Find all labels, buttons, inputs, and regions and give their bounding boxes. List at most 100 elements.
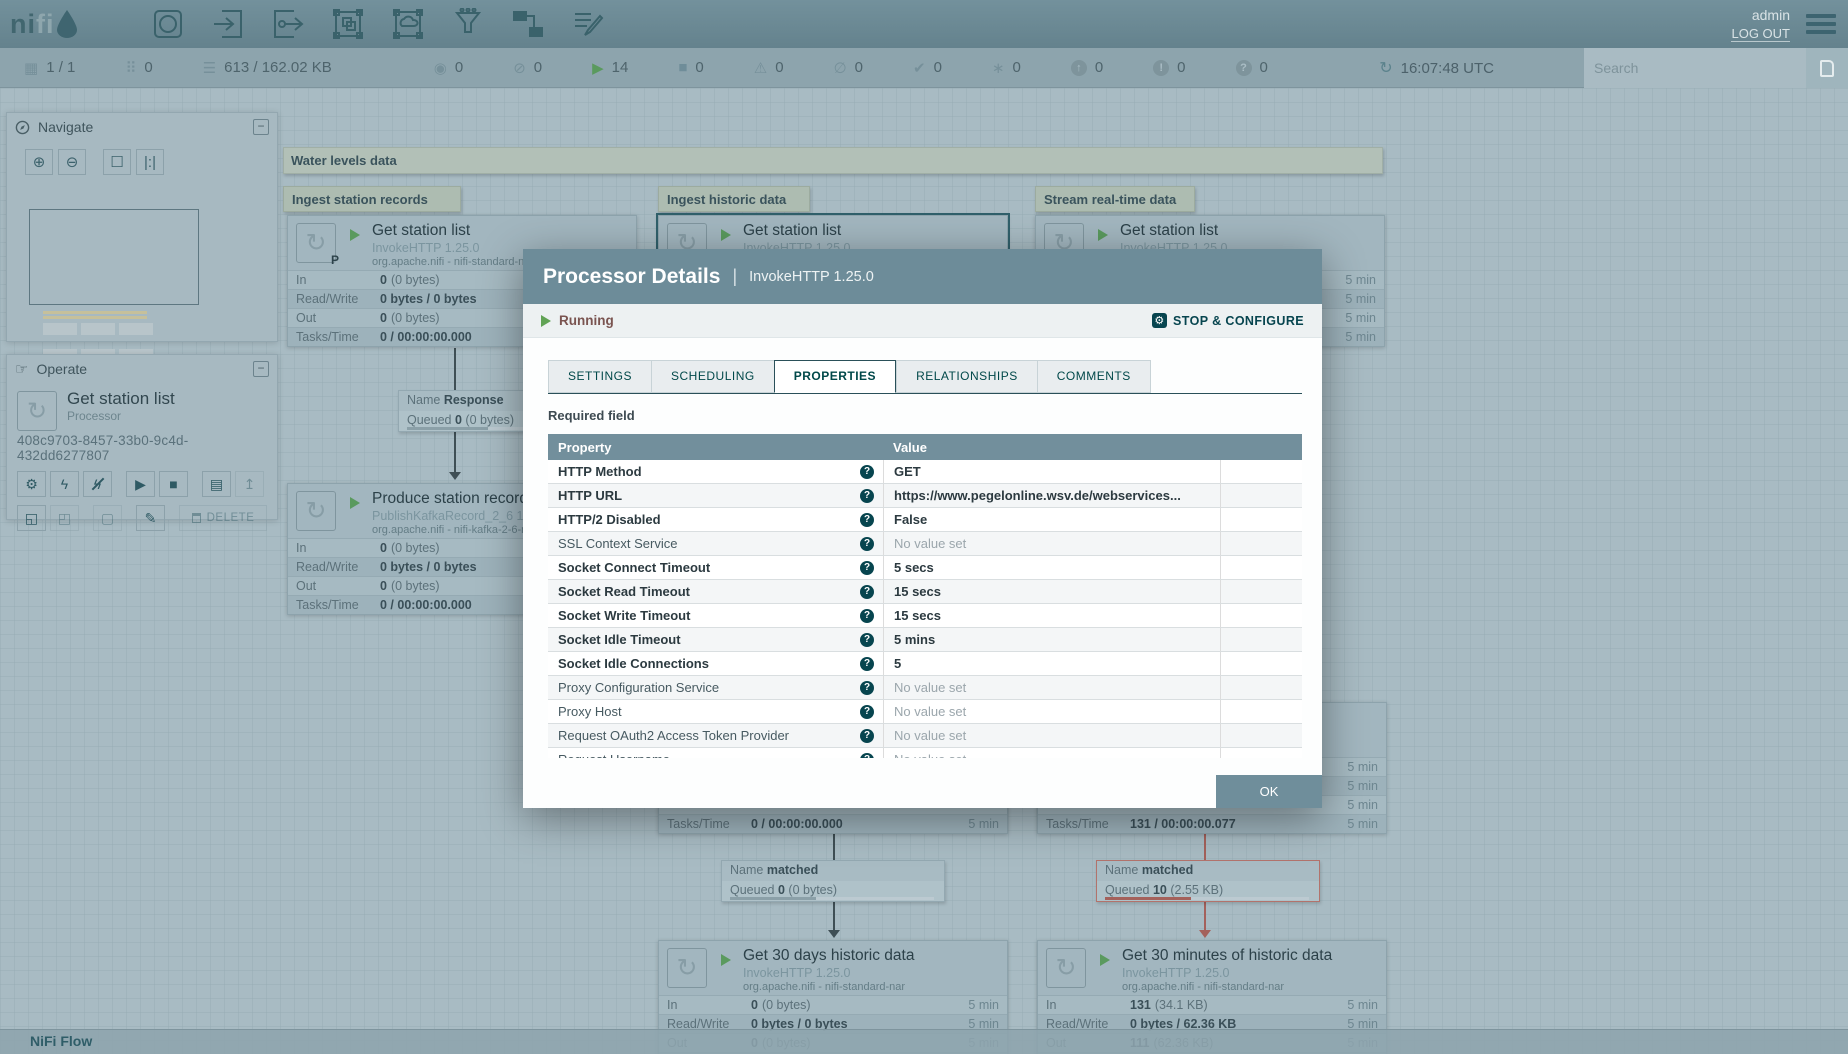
birdseye-viewport[interactable]: [29, 209, 199, 305]
help-icon[interactable]: ?: [860, 584, 874, 599]
running-icon: [350, 229, 360, 241]
output-port-icon[interactable]: [270, 6, 306, 42]
global-menu-icon[interactable]: [1806, 10, 1836, 38]
table-row: Request Username?No value set: [548, 748, 1302, 758]
stop-configure-icon: ⚙: [1152, 313, 1168, 328]
processor-icon: ↻: [296, 491, 336, 531]
zoom-out-icon[interactable]: ⊖: [58, 149, 86, 175]
help-icon[interactable]: ?: [860, 728, 874, 743]
tab-relationships[interactable]: RELATIONSHIPS: [896, 360, 1037, 393]
disable-icon[interactable]: ϟ: [83, 471, 112, 497]
processor-icon[interactable]: [150, 6, 186, 42]
queue-bar: [730, 897, 935, 900]
processor-icon: ↻ P: [296, 223, 339, 267]
connection-label-matched-left[interactable]: Name matched Queued 0 (0 bytes): [721, 860, 945, 902]
tab-settings[interactable]: SETTINGS: [548, 360, 652, 393]
help-icon[interactable]: ?: [860, 752, 874, 758]
remote-process-group-icon[interactable]: [390, 6, 426, 42]
collapse-icon[interactable]: −: [253, 119, 269, 135]
table-row: HTTP URL? https://www.pegelonline.wsv.de/…: [548, 484, 1302, 508]
label-water-levels-data[interactable]: Water levels data: [283, 147, 1383, 174]
queue-bar: [1105, 897, 1310, 900]
search-input[interactable]: [1584, 48, 1806, 88]
tab-properties[interactable]: PROPERTIES: [773, 360, 897, 393]
help-icon[interactable]: ?: [860, 680, 874, 695]
help-icon[interactable]: ?: [860, 488, 874, 503]
group-icon[interactable]: ▢: [93, 505, 122, 531]
selected-component-name: Get station list: [67, 389, 175, 408]
enable-icon[interactable]: ϟ: [50, 471, 79, 497]
running-icon: [721, 954, 731, 966]
table-row: HTTP/2 Disabled? False: [548, 508, 1302, 532]
selected-component-id: 408c9703-8457-33b0-9c4d-432dd6277807: [17, 433, 189, 463]
navigate-panel: Navigate − ⊕ ⊖ ☐ |:|: [6, 112, 278, 431]
table-header: Property Value: [548, 434, 1302, 460]
connection-arrowhead: [1199, 930, 1211, 938]
minimap-label-block: [43, 311, 147, 314]
bulletin-page-icon[interactable]: [1806, 48, 1848, 88]
process-group-icon[interactable]: [330, 6, 366, 42]
dialog-tabs: SETTINGS SCHEDULING PROPERTIES RELATIONS…: [548, 360, 1302, 394]
breadcrumb[interactable]: NiFi Flow: [30, 1033, 92, 1049]
label-icon[interactable]: [570, 6, 606, 42]
compass-icon: [15, 120, 30, 135]
logout-link[interactable]: LOG OUT: [1731, 25, 1790, 42]
connection-label-matched-right[interactable]: Name matched Queued 10 (2.55 KB): [1096, 860, 1320, 902]
fit-icon[interactable]: ☐: [103, 149, 131, 175]
stopped-icon: ■: [678, 59, 688, 76]
funnel-icon[interactable]: [450, 6, 486, 42]
copy-icon[interactable]: ◱: [17, 505, 46, 531]
label-stream-real-time-data[interactable]: Stream real-time data: [1035, 186, 1195, 212]
help-icon[interactable]: ?: [860, 560, 874, 575]
help-icon[interactable]: ?: [860, 656, 874, 671]
not-transmitting-icon: ⊘: [513, 59, 526, 77]
table-row: Socket Idle Timeout? 5 mins: [548, 628, 1302, 652]
water-drop-icon: [56, 10, 77, 38]
refresh-icon[interactable]: ↻: [1379, 58, 1392, 78]
processor-icon: ↻: [667, 948, 707, 988]
configure-icon[interactable]: ⚙: [17, 471, 46, 497]
tab-scheduling[interactable]: SCHEDULING: [651, 360, 774, 393]
cluster-icon: ▦: [24, 59, 39, 77]
help-icon[interactable]: ?: [860, 512, 874, 527]
ok-button[interactable]: OK: [1216, 775, 1322, 808]
start-icon[interactable]: ▶: [126, 471, 155, 497]
running-icon: [1098, 229, 1108, 241]
stat-tasks: Tasks/Time 131 / 00:00:00.077 5 min: [1038, 814, 1386, 833]
fill-color-icon[interactable]: ✎: [136, 505, 165, 531]
help-icon[interactable]: ?: [860, 704, 874, 719]
help-icon[interactable]: ?: [860, 464, 874, 479]
template-icon[interactable]: [510, 6, 546, 42]
zoom-in-icon[interactable]: ⊕: [25, 149, 53, 175]
sync-failure-icon: ?: [1235, 59, 1252, 76]
label-ingest-station-records[interactable]: Ingest station records: [283, 186, 461, 212]
stop-icon[interactable]: ■: [159, 471, 188, 497]
navigate-title: Navigate: [38, 119, 94, 135]
running-icon: [350, 497, 360, 509]
help-icon[interactable]: ?: [860, 536, 874, 551]
collapse-icon[interactable]: −: [253, 361, 269, 377]
locally-modified-status: ∗ 0: [991, 59, 1021, 77]
paste-icon[interactable]: ◰: [50, 505, 79, 531]
label-ingest-historic-data[interactable]: Ingest historic data: [658, 186, 810, 212]
delete-button[interactable]: DELETE: [179, 505, 267, 531]
dialog-subtitle: InvokeHTTP 1.25.0: [749, 268, 874, 285]
stop-and-configure-button[interactable]: ⚙ STOP & CONFIGURE: [1152, 313, 1304, 328]
upload-template-icon[interactable]: ↥: [235, 471, 264, 497]
input-port-icon[interactable]: [210, 6, 246, 42]
operate-title: Operate: [36, 361, 88, 377]
table-row: Socket Connect Timeout? 5 secs: [548, 556, 1302, 580]
stat-in: In 131 (34.1 KB) 5 min: [1038, 995, 1386, 1014]
one-to-one-icon[interactable]: |:|: [136, 149, 164, 175]
running-icon: ▶: [592, 59, 604, 77]
minimap-label-block: [43, 316, 147, 319]
create-template-icon[interactable]: ▤: [202, 471, 231, 497]
help-icon[interactable]: ?: [860, 632, 874, 647]
disabled-icon: ∅: [833, 59, 847, 77]
invalid-icon: ⚠: [753, 59, 768, 77]
help-icon[interactable]: ?: [860, 608, 874, 623]
tab-comments[interactable]: COMMENTS: [1036, 360, 1151, 393]
connection-arrowhead: [449, 472, 461, 480]
run-status-text: Running: [559, 313, 614, 328]
table-row: Proxy Configuration Service? No value set: [548, 676, 1302, 700]
